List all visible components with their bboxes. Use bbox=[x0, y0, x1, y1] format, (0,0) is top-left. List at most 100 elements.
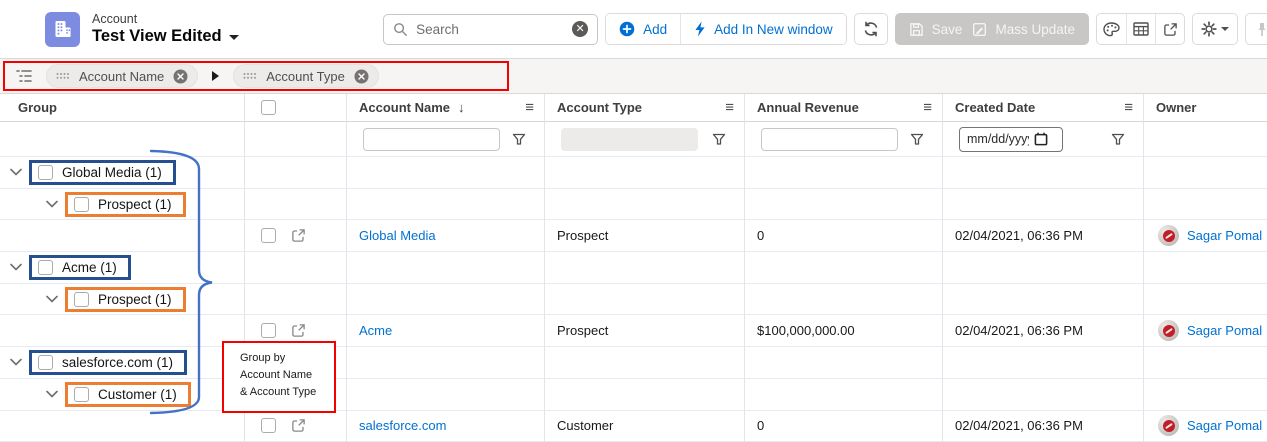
column-header-select-all bbox=[245, 94, 347, 122]
search-input[interactable]: Search ✕ bbox=[383, 14, 598, 45]
owner-link[interactable]: Sagar Pomal bbox=[1187, 418, 1262, 433]
search-placeholder: Search bbox=[416, 22, 564, 37]
group-checkbox[interactable] bbox=[74, 387, 89, 402]
chevron-down-icon[interactable] bbox=[10, 358, 22, 366]
record-row: Acme Prospect $100,000,000.00 02/04/2021… bbox=[0, 315, 1267, 347]
view-selector[interactable]: Test View Edited bbox=[92, 27, 239, 46]
column-menu-icon[interactable]: ≡ bbox=[725, 99, 734, 116]
settings-button[interactable] bbox=[1192, 13, 1238, 45]
owner-link[interactable]: Sagar Pomal bbox=[1187, 323, 1262, 338]
group-chip-account-name[interactable]: Account Name bbox=[46, 64, 198, 88]
calendar-icon[interactable] bbox=[1034, 132, 1048, 146]
created-date-value: 02/04/2021, 06:36 PM bbox=[955, 228, 1083, 243]
created-date-cell: 02/04/2021, 06:36 PM bbox=[943, 411, 1144, 442]
annual-revenue-cell: 0 bbox=[745, 220, 943, 252]
column-header-owner[interactable]: Owner bbox=[1144, 94, 1267, 122]
open-record-icon[interactable] bbox=[291, 323, 306, 338]
filter-input-account-type bbox=[561, 128, 698, 151]
account-type-cell: Customer bbox=[545, 411, 745, 442]
empty-account-name-cell bbox=[347, 189, 545, 221]
account-name-link[interactable]: salesforce.com bbox=[359, 418, 446, 433]
sort-descending-icon[interactable]: ↓ bbox=[458, 100, 465, 115]
table-view-button[interactable] bbox=[1126, 14, 1155, 44]
building-grid-icon bbox=[53, 19, 73, 39]
column-header-account-type[interactable]: Account Type ≡ bbox=[545, 94, 745, 122]
add-in-new-window-button[interactable]: Add In New window bbox=[680, 14, 846, 44]
settings-caret-down-icon bbox=[1221, 27, 1229, 31]
group-row: Prospect (1) bbox=[0, 189, 1267, 221]
object-label: Account bbox=[92, 12, 239, 26]
group-box-orange[interactable]: Prospect (1) bbox=[65, 287, 186, 312]
filter-date-input[interactable]: mm/dd/yyyy bbox=[959, 127, 1063, 152]
group-checkbox[interactable] bbox=[74, 292, 89, 307]
empty-owner-cell bbox=[1144, 189, 1267, 221]
filter-cell-account-name bbox=[347, 122, 545, 157]
remove-chip-icon[interactable] bbox=[354, 69, 369, 84]
column-header-created-date[interactable]: Created Date ≡ bbox=[943, 94, 1144, 122]
clear-search-icon[interactable]: ✕ bbox=[572, 21, 588, 37]
column-header-annual-revenue[interactable]: Annual Revenue ≡ bbox=[745, 94, 943, 122]
column-menu-icon[interactable]: ≡ bbox=[923, 99, 932, 116]
filter-funnel-icon[interactable] bbox=[712, 133, 726, 146]
group-checkbox[interactable] bbox=[38, 260, 53, 275]
mass-update-button[interactable]: Mass Update bbox=[972, 22, 1075, 37]
open-record-icon[interactable] bbox=[291, 228, 306, 243]
column-menu-icon[interactable]: ≡ bbox=[525, 99, 534, 116]
group-box-orange[interactable]: Prospect (1) bbox=[65, 192, 186, 217]
record-row: salesforce.com Customer 0 02/04/2021, 06… bbox=[0, 411, 1267, 442]
empty-account-type-cell bbox=[545, 284, 745, 316]
owner-link[interactable]: Sagar Pomal bbox=[1187, 228, 1262, 243]
filter-funnel-icon[interactable] bbox=[512, 133, 526, 146]
drag-handle-icon[interactable] bbox=[243, 72, 257, 80]
group-checkbox[interactable] bbox=[74, 197, 89, 212]
select-all-checkbox[interactable] bbox=[261, 100, 276, 115]
filter-cell-annual-revenue bbox=[745, 122, 943, 157]
account-type-cell: Prospect bbox=[545, 315, 745, 347]
group-checkbox[interactable] bbox=[38, 355, 53, 370]
group-hierarchy-icon[interactable] bbox=[16, 69, 32, 83]
group-cell: Customer (1) bbox=[0, 379, 245, 411]
open-new-window-button[interactable] bbox=[1155, 14, 1184, 44]
empty-annual-revenue-cell bbox=[745, 284, 943, 316]
group-box-blue[interactable]: Global Media (1) bbox=[29, 160, 176, 185]
group-row: Customer (1) bbox=[0, 379, 1267, 411]
chevron-down-icon[interactable] bbox=[46, 295, 58, 303]
group-checkbox[interactable] bbox=[38, 165, 53, 180]
empty-annual-revenue-cell bbox=[745, 189, 943, 221]
open-record-icon[interactable] bbox=[291, 418, 306, 433]
row-checkbox[interactable] bbox=[261, 323, 276, 338]
column-menu-icon[interactable]: ≡ bbox=[1124, 99, 1133, 116]
group-chip-account-type[interactable]: Account Type bbox=[233, 64, 379, 88]
account-name-link[interactable]: Global Media bbox=[359, 228, 436, 243]
add-button[interactable]: Add bbox=[606, 14, 680, 44]
theme-palette-button[interactable] bbox=[1097, 14, 1126, 44]
chevron-down-icon[interactable] bbox=[46, 390, 58, 398]
row-checkbox[interactable] bbox=[261, 418, 276, 433]
filter-input-account-name[interactable] bbox=[363, 128, 500, 151]
group-box-orange[interactable]: Customer (1) bbox=[65, 382, 191, 407]
group-label: Customer (1) bbox=[98, 387, 177, 402]
group-box-blue[interactable]: Acme (1) bbox=[29, 255, 131, 280]
pin-button[interactable] bbox=[1245, 13, 1267, 45]
empty-annual-revenue-cell bbox=[745, 252, 943, 284]
drag-handle-icon[interactable] bbox=[56, 72, 70, 80]
annual-revenue-value: 0 bbox=[757, 418, 764, 433]
column-header-account-name[interactable]: Account Name ↓ ≡ bbox=[347, 94, 545, 122]
chevron-down-icon[interactable] bbox=[10, 168, 22, 176]
refresh-button[interactable] bbox=[854, 13, 888, 45]
chevron-down-icon[interactable] bbox=[10, 263, 22, 271]
filter-funnel-icon[interactable] bbox=[910, 133, 924, 146]
group-box-blue[interactable]: salesforce.com (1) bbox=[29, 350, 187, 375]
filter-input-annual-revenue[interactable] bbox=[761, 128, 898, 151]
filter-funnel-icon[interactable] bbox=[1111, 133, 1125, 146]
annotation-line: & Account Type bbox=[240, 384, 330, 401]
remove-chip-icon[interactable] bbox=[173, 69, 188, 84]
column-header-group[interactable]: Group bbox=[0, 94, 245, 122]
pin-icon bbox=[1257, 22, 1267, 37]
account-name-link[interactable]: Acme bbox=[359, 323, 392, 338]
empty-select-cell bbox=[245, 252, 347, 284]
row-select-cell bbox=[245, 411, 347, 442]
row-checkbox[interactable] bbox=[261, 228, 276, 243]
save-button[interactable]: Save bbox=[909, 22, 963, 37]
chevron-down-icon[interactable] bbox=[46, 200, 58, 208]
